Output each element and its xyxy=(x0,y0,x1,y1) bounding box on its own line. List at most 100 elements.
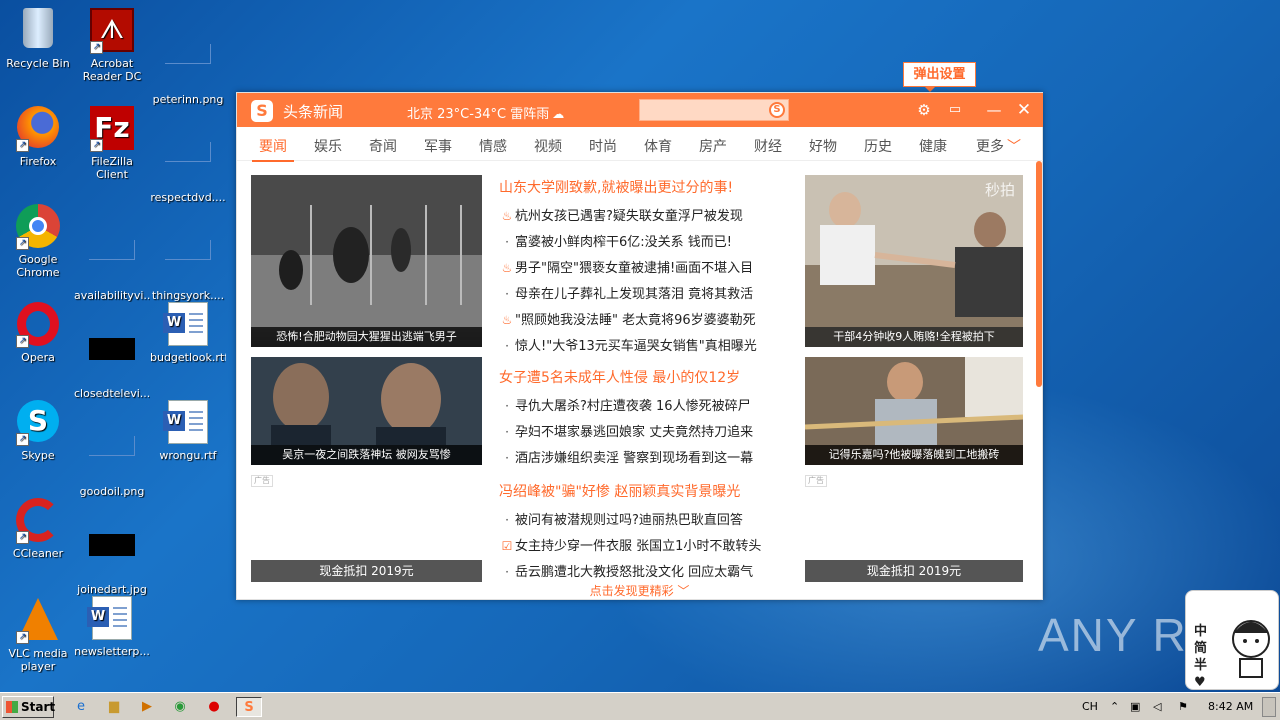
news-app-taskbar-icon[interactable]: S xyxy=(236,697,262,717)
scrollbar-thumb[interactable] xyxy=(1036,161,1042,387)
news-headline[interactable]: 女子遭5名未成年人性侵 最小的仅12岁 xyxy=(499,367,740,387)
start-button[interactable]: Start xyxy=(2,696,56,718)
desktop-icon[interactable]: S ↗ Skype xyxy=(0,400,76,462)
settings-gear-icon[interactable]: ⚙ xyxy=(914,100,934,120)
minimize-button[interactable]: — xyxy=(984,100,1004,120)
tab-3[interactable]: 奇闻 xyxy=(369,136,397,156)
news-text: 母亲在儿子葬礼上发现其落泪 竟将其救活 xyxy=(515,287,754,302)
promo-banner[interactable]: 现金抵扣 2019元 xyxy=(805,560,1023,582)
hot-fire-icon: ♨ xyxy=(501,261,513,275)
desktop-icon[interactable]: Wbudgetlook.rtf xyxy=(150,302,226,364)
search-logo-icon[interactable]: S xyxy=(769,102,785,118)
explorer-folder-icon[interactable]: ▆ xyxy=(103,697,125,717)
chevron-down-icon[interactable]: ﹀ xyxy=(1007,136,1021,156)
news-item[interactable]: ♨ 男子"隔空"猥亵女童被逮捕!画面不堪入目 xyxy=(499,257,754,276)
news-image-bribery[interactable]: 秒拍 干部4分钟收9人贿赂!全程被拍下 xyxy=(805,175,1023,347)
tab-7[interactable]: 时尚 xyxy=(589,136,617,156)
sticker-widget[interactable]: 中简半 ♥ xyxy=(1185,590,1279,690)
show-desktop-button[interactable] xyxy=(1262,697,1276,717)
news-item[interactable]: · 惊人!"大爷13元买车逼哭女销售"真相曝光 xyxy=(499,335,757,354)
tab-9[interactable]: 房产 xyxy=(699,136,727,156)
more-link[interactable]: 点击发现更精彩 ﹀ xyxy=(237,583,1042,599)
news-image-lejia[interactable]: 记得乐嘉吗?他被曝落魄到工地搬砖 xyxy=(805,357,1023,465)
desktop-icon[interactable]: ↗ VLC media player xyxy=(0,596,76,673)
news-item[interactable]: · 母亲在儿子葬礼上发现其落泪 竟将其救活 xyxy=(499,283,753,302)
hot-fire-icon: ♨ xyxy=(501,313,513,327)
desktop-icon[interactable]: ↗ Google Chrome xyxy=(0,204,76,279)
shortcut-arrow-icon: ↗ xyxy=(16,237,29,250)
tab-4[interactable]: 军事 xyxy=(424,136,452,156)
file-icon xyxy=(164,240,212,286)
desktop-icon[interactable]: ᗑ ↗ Acrobat Reader DC xyxy=(74,8,150,83)
opera-taskbar-icon[interactable]: ● xyxy=(203,697,225,717)
tab-11[interactable]: 好物 xyxy=(809,136,837,156)
desktop-icon[interactable]: closedtelevi... xyxy=(74,324,150,400)
start-label: Start xyxy=(21,700,56,714)
desktop-icon[interactable]: availabilityvi... xyxy=(74,226,150,302)
app-title: 头条新闻 xyxy=(283,103,344,121)
news-item[interactable]: · 寻仇大屠杀?村庄遭夜袭 16人惨死被碎尸 xyxy=(499,395,751,414)
bullet-icon: · xyxy=(505,425,509,439)
media-player-icon[interactable]: ▶ xyxy=(136,697,158,717)
news-item[interactable]: · 酒店涉嫌组织卖淫 警察到现场看到这一幕 xyxy=(499,447,753,466)
title-bar[interactable]: S 头条新闻 北京 23°C-34°C 雷阵雨 ☁ S ⚙ ▭ — ✕ xyxy=(237,93,1043,127)
news-item[interactable]: ♨ 杭州女孩已遇害?疑失联女童浮尸被发现 xyxy=(499,205,743,224)
tab-10[interactable]: 财经 xyxy=(754,136,782,156)
desktop-icon[interactable]: goodoil.png xyxy=(74,422,150,498)
tab-12[interactable]: 历史 xyxy=(864,136,892,156)
promo-banner[interactable]: 现金抵扣 2019元 xyxy=(251,560,482,582)
clock[interactable]: 8:42 AM xyxy=(1208,700,1253,713)
popup-settings-tooltip[interactable]: 弹出设置 xyxy=(903,62,976,92)
news-text: "照顾她我没法睡" 老太竟将96岁婆婆勒死 xyxy=(515,313,756,328)
news-headline[interactable]: 冯绍峰被"骗"好惨 赵丽颖真实背景曝光 xyxy=(499,481,740,501)
language-indicator[interactable]: CH xyxy=(1082,700,1098,713)
desktop-icon[interactable]: Fz ↗ FileZilla Client xyxy=(74,106,150,181)
tab-8[interactable]: 体育 xyxy=(644,136,672,156)
news-text: 富婆被小鲜肉榨干6亿:没关系 钱而已! xyxy=(515,235,732,250)
news-item[interactable]: ♨ "照顾她我没法睡" 老太竟将96岁婆婆勒死 xyxy=(499,309,756,328)
desktop-icon[interactable]: Wnewsletterp... xyxy=(74,596,150,658)
news-headline[interactable]: 山东大学刚致歉,就被曝出更过分的事! xyxy=(499,177,733,197)
chrome-taskbar-icon[interactable]: ◉ xyxy=(169,697,191,717)
tab-5[interactable]: 情感 xyxy=(479,136,507,156)
acrobat-icon: ᗑ ↗ xyxy=(88,8,136,54)
action-center-flag-icon[interactable]: ⚑ xyxy=(1178,700,1188,713)
news-image-gorilla[interactable]: 恐怖!合肥动物园大猩猩出逃端飞男子 xyxy=(251,175,482,347)
shortcut-arrow-icon: ↗ xyxy=(16,335,29,348)
weather-info[interactable]: 北京 23°C-34°C 雷阵雨 ☁ xyxy=(407,103,564,122)
desktop-icon[interactable]: ↗ Firefox xyxy=(0,106,76,168)
ccleaner-icon: ↗ xyxy=(14,498,62,544)
desktop-icon[interactable]: joinedart.jpg xyxy=(74,520,150,596)
desktop-icon[interactable]: peterinn.png xyxy=(150,30,226,106)
tray-expand-icon[interactable]: ⌃ xyxy=(1110,700,1119,713)
tab-14[interactable]: 更多 xyxy=(976,136,1004,156)
network-icon[interactable]: ▣ xyxy=(1130,700,1140,713)
tab-13[interactable]: 健康 xyxy=(919,136,947,156)
tab-6[interactable]: 视频 xyxy=(534,136,562,156)
news-item[interactable]: · 富婆被小鲜肉榨干6亿:没关系 钱而已! xyxy=(499,231,732,250)
news-item[interactable]: · 岳云鹏遭北大教授怒批没文化 回应太霸气 xyxy=(499,561,753,580)
desktop-icon[interactable]: ↗ Opera xyxy=(0,302,76,364)
tab-2[interactable]: 娱乐 xyxy=(314,136,342,156)
desktop-icon[interactable]: Recycle Bin xyxy=(0,8,76,70)
desktop-icon-label: thingsyork.... xyxy=(151,289,225,302)
news-item[interactable]: ☑ 女主持少穿一件衣服 张国立1小时不敢转头 xyxy=(499,535,762,554)
desktop-icon-label: VLC media player xyxy=(8,647,68,673)
news-text: 孕妇不堪家暴逃回娘家 丈夫竟然持刀追来 xyxy=(515,425,754,440)
volume-icon[interactable]: ◁ xyxy=(1153,700,1161,713)
tab-1[interactable]: 要闻 xyxy=(252,136,294,162)
desktop-icon[interactable]: thingsyork.... xyxy=(150,226,226,302)
opera-icon: ↗ xyxy=(14,302,62,348)
desktop-icon[interactable]: respectdvd.... xyxy=(150,128,226,204)
desktop-icon-label: respectdvd.... xyxy=(150,191,226,204)
news-item[interactable]: · 被问有被潜规则过吗?迪丽热巴耿直回答 xyxy=(499,509,743,528)
desktop-icon[interactable]: ↗ CCleaner xyxy=(0,498,76,560)
close-button[interactable]: ✕ xyxy=(1014,100,1034,120)
feedback-message-icon[interactable]: ▭ xyxy=(945,100,965,120)
worker-scene-graphic xyxy=(805,357,1023,445)
desktop-icon[interactable]: Wwrongu.rtf xyxy=(150,400,226,462)
news-item[interactable]: · 孕妇不堪家暴逃回娘家 丈夫竟然持刀追来 xyxy=(499,421,753,440)
search-input[interactable]: S xyxy=(639,99,789,121)
ie-icon[interactable]: e xyxy=(70,697,92,717)
news-image-wujing[interactable]: 吴京一夜之间跌落神坛 被网友骂惨 xyxy=(251,357,482,465)
